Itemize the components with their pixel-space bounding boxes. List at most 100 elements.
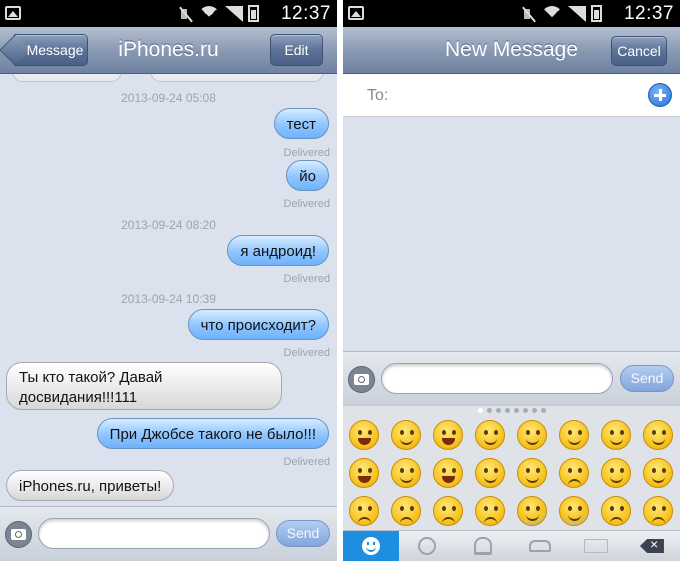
smiley-face-icon: [433, 419, 463, 450]
smiling-face-icon: [391, 419, 421, 450]
crying-tear-face-icon: [643, 495, 673, 526]
new-message-screen: 12:37 New Message Cancel To: Send: [343, 0, 680, 561]
previous-bubble: [150, 74, 324, 82]
clock: 12:37: [623, 3, 674, 24]
crying-face-icon: [475, 495, 505, 526]
back-button[interactable]: Message: [14, 34, 88, 66]
persevering-face-icon: [601, 495, 631, 526]
emoji-key[interactable]: [637, 457, 679, 493]
page-dot[interactable]: [513, 408, 519, 413]
emoji-page-indicator[interactable]: [343, 408, 680, 413]
sweat-face-icon: [643, 457, 673, 488]
message-input[interactable]: [381, 363, 613, 394]
send-button[interactable]: Send: [620, 365, 674, 392]
emoji-key[interactable]: [511, 457, 553, 493]
pensive-face-icon: [349, 495, 379, 526]
add-contact-icon[interactable]: [648, 83, 672, 107]
grinning-face-icon: [349, 419, 379, 450]
keyboard-tab-symbols[interactable]: [568, 531, 624, 561]
received-message[interactable]: iPhones.ru, приветы!: [6, 470, 175, 501]
car-icon: [528, 540, 551, 552]
emoji-key[interactable]: [511, 419, 553, 455]
emoji-key[interactable]: [637, 495, 679, 531]
nav-bar: New Message Cancel: [343, 27, 680, 74]
signal-icon: [568, 5, 586, 22]
page-dot[interactable]: [540, 408, 546, 413]
nav-bar: Message iPhones.ru Edit: [0, 27, 337, 74]
clock: 12:37: [280, 3, 331, 24]
compose-bar: Send: [343, 351, 680, 406]
page-dot[interactable]: [531, 408, 537, 413]
chat-screen: 12:37 Message iPhones.ru Edit 2013-09-24…: [0, 0, 337, 561]
gallery-icon: [5, 6, 21, 20]
emoji-key[interactable]: [637, 419, 679, 455]
sent-message[interactable]: что происходит?: [187, 309, 329, 340]
sent-message[interactable]: я андроид!: [227, 235, 329, 266]
keyboard-tab-car[interactable]: [512, 531, 568, 561]
signal-icon: [225, 5, 243, 22]
emoji-key[interactable]: [385, 495, 427, 531]
page-dot[interactable]: [504, 408, 510, 413]
camera-icon[interactable]: [5, 521, 32, 548]
page-dot[interactable]: [486, 408, 492, 413]
kissing-face-icon: [643, 419, 673, 450]
emoji-key[interactable]: [595, 495, 637, 531]
emoji-key[interactable]: [595, 419, 637, 455]
recipient-row[interactable]: To:: [343, 74, 680, 117]
emoji-key[interactable]: [469, 495, 511, 531]
page-dot[interactable]: [522, 408, 528, 413]
emoji-row: [343, 418, 680, 456]
emoji-key[interactable]: [343, 457, 385, 493]
delivered-label: Delivered: [283, 147, 330, 159]
emoji-key[interactable]: [427, 457, 469, 493]
emoji-key[interactable]: [553, 419, 595, 455]
emoji-keyboard: [343, 405, 680, 530]
grimacing-face-icon: [433, 457, 463, 488]
gallery-icon: [348, 6, 364, 20]
send-button[interactable]: Send: [276, 520, 330, 547]
compose-bar: Send: [0, 506, 337, 561]
emoji-key[interactable]: [343, 495, 385, 531]
cancel-button[interactable]: Cancel: [611, 36, 667, 66]
bell-icon: [474, 537, 493, 555]
emoji-key[interactable]: [469, 419, 511, 455]
smirking-face-icon: [601, 457, 631, 488]
delivered-label: Delivered: [283, 273, 330, 285]
message-list[interactable]: 2013-09-24 05:08 тест Delivered йо Deliv…: [0, 74, 337, 506]
timestamp: 2013-09-24 05:08: [121, 91, 216, 105]
kissing-heart-face-icon: [601, 419, 631, 450]
timestamp: 2013-09-24 10:39: [121, 292, 216, 306]
emoji-key[interactable]: [427, 495, 469, 531]
page-dot[interactable]: [477, 408, 483, 413]
message-input[interactable]: [38, 518, 270, 549]
keyboard-category-bar: [343, 530, 680, 561]
emoji-key[interactable]: [385, 419, 427, 455]
page-dot[interactable]: [495, 408, 501, 413]
wifi-icon: [541, 5, 563, 22]
keyboard-tab-smile[interactable]: [343, 531, 400, 561]
emoji-key[interactable]: [469, 457, 511, 493]
backspace-key[interactable]: [624, 531, 680, 561]
sent-message[interactable]: тест: [273, 108, 329, 139]
sent-message[interactable]: йо: [286, 160, 329, 191]
delivered-label: Delivered: [283, 347, 330, 359]
emoji-key[interactable]: [427, 419, 469, 455]
emoji-key[interactable]: [553, 457, 595, 493]
emoji-key[interactable]: [343, 419, 385, 455]
emoji-key[interactable]: [511, 495, 553, 531]
emoji-key[interactable]: [385, 457, 427, 493]
wifi-icon: [198, 5, 220, 22]
unamused-face-icon: [559, 457, 589, 488]
confounded-face-icon: [433, 495, 463, 526]
edit-button[interactable]: Edit: [270, 34, 323, 66]
sent-message[interactable]: При Джобсе такого не было!!!: [96, 418, 329, 449]
emoji-key[interactable]: [595, 457, 637, 493]
camera-icon[interactable]: [348, 366, 375, 393]
timestamp: 2013-09-24 08:20: [121, 218, 216, 232]
emoji-key[interactable]: [553, 495, 595, 531]
tongue-wink-face-icon: [475, 457, 505, 488]
mute-icon: [522, 6, 536, 22]
keyboard-tab-bell[interactable]: [455, 531, 511, 561]
keyboard-tab-flower[interactable]: [399, 531, 455, 561]
received-message[interactable]: Ты кто такой? Давай досвидания!!!111: [6, 362, 282, 410]
